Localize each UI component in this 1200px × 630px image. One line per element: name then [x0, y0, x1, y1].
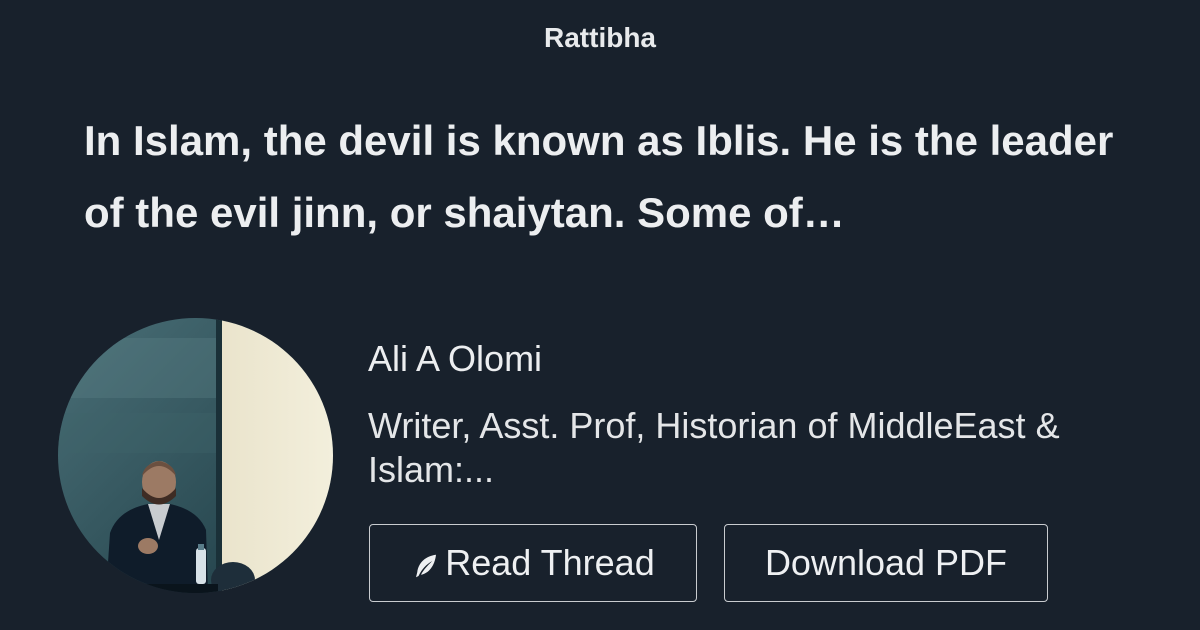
- author-name[interactable]: Ali A Olomi: [368, 338, 542, 380]
- download-pdf-label: Download PDF: [764, 542, 1008, 583]
- read-thread-label: Read Thread: [445, 542, 655, 583]
- site-brand[interactable]: Rattibha: [0, 22, 1200, 54]
- author-bio: Writer, Asst. Prof, Historian of MiddleE…: [368, 405, 1060, 490]
- download-pdf-button[interactable]: Download PDF: [724, 524, 1048, 602]
- read-thread-button[interactable]: Read Thread: [369, 524, 697, 602]
- author-avatar: [58, 318, 333, 593]
- feather-icon: [416, 554, 437, 578]
- thread-title: In Islam, the devil is known as Iblis. H…: [84, 117, 1114, 236]
